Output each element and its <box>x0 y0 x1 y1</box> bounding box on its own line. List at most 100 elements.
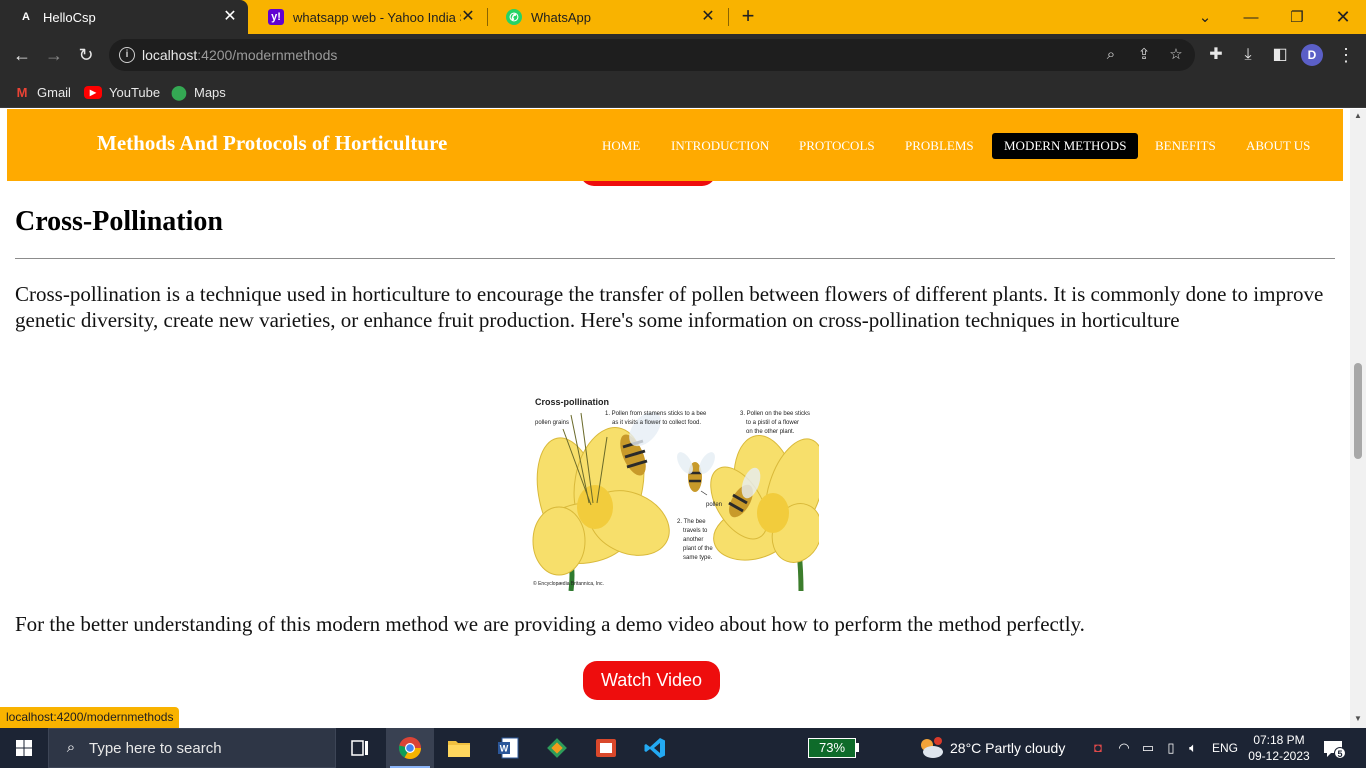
page-viewport: Methods And Protocols of Horticulture HO… <box>0 109 1350 728</box>
step1-line2: as it visits a flower to collect food. <box>612 420 702 426</box>
notification-count: 5 <box>1334 747 1346 759</box>
partly-cloudy-icon[interactable] <box>918 736 944 760</box>
step3-line1: 3. Pollen on the bee sticks <box>740 411 811 417</box>
scroll-thumb[interactable] <box>1354 363 1362 459</box>
tab-hellocsp[interactable]: A HelloCsp ✕ <box>0 0 248 34</box>
side-panel-icon[interactable]: ◧ <box>1270 45 1290 65</box>
step2-line5: same type. <box>683 555 713 561</box>
app-diamond-icon <box>547 738 567 758</box>
svg-text:W: W <box>500 744 509 754</box>
battery-saver-icon[interactable]: ▯ <box>1162 739 1180 757</box>
section-paragraph: Cross-pollination is a technique used in… <box>15 282 1324 332</box>
page-scrollbar[interactable]: ▲ ▼ <box>1350 109 1366 728</box>
taskbar-file-explorer[interactable] <box>435 728 483 768</box>
taskbar-clock[interactable]: 07:18 PM 09-12-2023 <box>1248 732 1310 764</box>
back-arrow-icon[interactable]: ← <box>8 41 36 69</box>
site-navbar: Methods And Protocols of Horticulture HO… <box>7 109 1343 181</box>
notification-center[interactable]: 5 <box>1322 738 1346 760</box>
nav-protocols[interactable]: PROTOCOLS <box>787 133 887 159</box>
new-tab-button[interactable]: + <box>736 5 760 29</box>
task-view-icon <box>351 740 368 756</box>
menu-dots-icon[interactable]: ⋮ <box>1337 44 1355 66</box>
divider <box>15 258 1335 259</box>
tab-separator <box>728 8 729 26</box>
tab-search-chevron-icon[interactable]: ⌄ <box>1182 0 1228 34</box>
minimize-icon[interactable]: — <box>1228 0 1274 34</box>
reload-icon[interactable]: ↻ <box>72 41 100 69</box>
profile-avatar[interactable]: D <box>1301 44 1323 66</box>
vscode-icon <box>644 738 665 758</box>
bookmark-star-icon[interactable]: ☆ <box>1167 46 1185 64</box>
taskbar-search-box[interactable]: ⌕ Type here to search <box>48 728 336 768</box>
weather-text[interactable]: 28°C Partly cloudy <box>950 740 1065 756</box>
windows-logo-icon <box>16 740 32 756</box>
tab-title: whatsapp web - Yahoo India Sea <box>293 9 461 25</box>
nav-problems[interactable]: PROBLEMS <box>893 133 986 159</box>
demo-paragraph: For the better understanding of this mod… <box>15 612 1085 636</box>
bookmark-maps[interactable]: ⬤ Maps <box>171 82 226 102</box>
scroll-down-arrow-icon[interactable]: ▼ <box>1350 714 1366 724</box>
close-icon[interactable]: ✕ <box>700 9 716 25</box>
bookmarks-bar: M Gmail ▶ YouTube ⬤ Maps <box>0 76 1366 108</box>
url-path: :4200/modernmethods <box>197 47 338 63</box>
step2-line3: another <box>683 537 704 543</box>
url-host: localhost <box>142 47 198 63</box>
whatsapp-icon: ✆ <box>506 9 522 25</box>
label-pollen-grains: pollen grains <box>535 420 570 426</box>
nav-about-us[interactable]: ABOUT US <box>1234 133 1322 159</box>
scroll-up-arrow-icon[interactable]: ▲ <box>1350 111 1366 121</box>
taskbar-word[interactable]: W <box>484 728 532 768</box>
browser-toolbar: ← → ↻ i localhost:4200/modernmethods ⌕ ⇪… <box>0 34 1366 76</box>
taskbar-app-diamond[interactable] <box>533 728 581 768</box>
figure-credit: © Encyclopædia Britannica, Inc. <box>533 581 604 587</box>
step2-line4: plant of the <box>683 546 713 552</box>
forward-arrow-icon[interactable]: → <box>40 41 68 69</box>
tab-whatsapp[interactable]: ✆ WhatsApp ✕ <box>488 0 726 34</box>
search-placeholder: Type here to search <box>89 740 222 757</box>
bookmark-label: Gmail <box>37 84 71 100</box>
figure-title: Cross-pollination <box>535 397 609 407</box>
bookmark-label: YouTube <box>109 84 161 100</box>
battery-indicator[interactable]: 73% <box>808 738 856 758</box>
nav-modern-methods[interactable]: MODERN METHODS <box>992 133 1139 159</box>
yahoo-icon: y! <box>268 9 284 25</box>
meet-now-icon[interactable]: ▭ <box>1139 739 1157 757</box>
maps-icon: ⬤ <box>171 83 187 100</box>
task-view-button[interactable] <box>336 728 384 768</box>
cross-pollination-illustration: Cross-pollination pollen grains 1. Polle… <box>529 383 819 591</box>
app-red-icon <box>596 739 616 757</box>
close-icon[interactable]: ✕ <box>222 9 238 25</box>
download-icon[interactable]: ⤓ <box>1238 45 1258 65</box>
tab-yahoo-search[interactable]: y! whatsapp web - Yahoo India Sea ✕ <box>250 0 486 34</box>
close-window-icon[interactable]: ✕ <box>1320 0 1366 34</box>
site-info-icon[interactable]: i <box>119 47 135 63</box>
step1-line1: 1. Pollen from stamens sticks to a bee <box>605 411 707 417</box>
wifi-icon[interactable]: ◠ <box>1115 739 1133 757</box>
volume-icon[interactable]: 🔈︎ <box>1184 739 1202 757</box>
address-bar[interactable]: i localhost:4200/modernmethods ⌕ ⇪ ☆ <box>109 39 1195 71</box>
step2-line2: travels to <box>683 528 708 534</box>
restore-icon[interactable]: ❐ <box>1274 0 1320 34</box>
step3-line3: on the other plant. <box>746 429 795 435</box>
clock-date: 09-12-2023 <box>1248 749 1310 763</box>
bookmark-gmail[interactable]: M Gmail <box>14 82 71 102</box>
nav-introduction[interactable]: INTRODUCTION <box>659 133 781 159</box>
url-text[interactable]: localhost:4200/modernmethods <box>142 47 337 63</box>
taskbar-chrome[interactable] <box>386 728 434 768</box>
nav-home[interactable]: HOME <box>590 133 652 159</box>
windows-start-button[interactable] <box>0 728 48 768</box>
language-indicator[interactable]: ENG <box>1212 741 1238 755</box>
share-icon[interactable]: ⇪ <box>1135 46 1153 64</box>
antivirus-icon[interactable]: ◘ <box>1089 739 1107 757</box>
taskbar-vscode[interactable] <box>631 728 679 768</box>
link-status-bubble: localhost:4200/modernmethods <box>0 707 180 728</box>
bookmark-youtube[interactable]: ▶ YouTube <box>84 82 160 102</box>
nav-benefits[interactable]: BENEFITS <box>1143 133 1228 159</box>
taskbar-app-red[interactable] <box>582 728 630 768</box>
zoom-icon[interactable]: ⌕ <box>1102 46 1120 64</box>
site-brand[interactable]: Methods And Protocols of Horticulture <box>97 131 447 156</box>
watch-video-button[interactable]: Watch Video <box>583 661 720 700</box>
extensions-icon[interactable]: ✚ <box>1206 45 1226 65</box>
label-pollen: pollen <box>706 502 723 508</box>
close-icon[interactable]: ✕ <box>460 9 476 25</box>
